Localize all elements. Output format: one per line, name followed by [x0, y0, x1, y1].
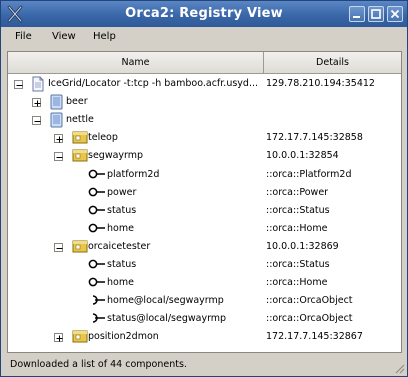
expand-icon[interactable] — [54, 134, 63, 144]
required-interface-icon — [88, 311, 106, 328]
tree-row-status[interactable]: status::orca::Status — [8, 202, 401, 220]
tree-row-home[interactable]: home::orca::Home — [8, 220, 401, 238]
collapse-icon[interactable] — [54, 242, 63, 252]
minimize-button[interactable] — [349, 6, 365, 22]
column-header-details[interactable]: Details — [264, 52, 401, 74]
tree-node-label: IceGrid/Locator -t:tcp -h bamboo.acfr.us… — [48, 78, 259, 89]
tree-row-home[interactable]: home::orca::Home — [8, 274, 401, 292]
tree-node-details: 10.0.0.1:32854 — [266, 150, 339, 162]
tree-node-details: ::orca::Status — [266, 259, 330, 270]
tree-row-nettle[interactable]: nettle — [8, 111, 401, 129]
component-icon — [72, 148, 88, 165]
tree-node-label: position2dmon — [88, 331, 159, 343]
menu-file[interactable]: File — [15, 31, 32, 42]
tree-node-label: status — [107, 259, 137, 270]
tree-node-details: 172.17.7.145:32858 — [266, 132, 363, 144]
tree-node-details: ::orca::Home — [266, 277, 328, 289]
menu-view[interactable]: View — [52, 31, 76, 42]
tree-row-home-local-segwayrmp[interactable]: home@local/segwayrmp::orca::OrcaObject — [8, 292, 401, 310]
collapse-icon[interactable] — [54, 152, 63, 162]
tree-node-details: ::orca::Status — [266, 204, 330, 216]
resize-grip-icon[interactable] — [393, 362, 405, 374]
provided-interface-icon — [88, 167, 106, 184]
tree-row-status-local-segwayrmp[interactable]: status@local/segwayrmp::orca::OrcaObject — [8, 310, 401, 328]
column-header-name[interactable]: Name — [8, 52, 264, 74]
tree-node-label: beer — [66, 96, 88, 108]
tree-row-teleop[interactable]: teleop 172.17.7.145:32858 — [8, 129, 401, 147]
expand-icon[interactable] — [32, 98, 41, 108]
provided-interface-icon — [88, 185, 106, 202]
tree-node-details: 172.17.7.145:32867 — [266, 331, 363, 343]
tree-node-details: ::orca::OrcaObject — [266, 313, 353, 325]
tree-node-details: ::orca::Power — [266, 186, 329, 198]
tree-node-details: ::orca::Home — [266, 222, 328, 234]
tree-row-platform2d[interactable]: platform2d::orca::Platform2d — [8, 166, 401, 184]
required-interface-icon — [88, 293, 106, 310]
collapse-icon[interactable] — [32, 116, 41, 126]
tree-row-beer[interactable]: beer — [8, 93, 401, 111]
component-icon — [72, 329, 88, 346]
tree-rows: IceGrid/Locator -t:tcp -h bamboo.acfr.us… — [8, 74, 401, 352]
provided-interface-icon — [88, 275, 106, 292]
provided-interface-icon — [88, 221, 106, 238]
tree-node-label: power — [107, 186, 137, 198]
tree-row-orcaicetester[interactable]: orcaicetester 10.0.0.1:32869 — [8, 238, 401, 256]
window-title: Orca2: Registry View — [125, 6, 283, 21]
tree-node-label: status@local/segwayrmp — [107, 313, 227, 325]
tree-node-details: 129.78.210.194:35412 — [266, 78, 375, 89]
registry-view-window: Orca2: Registry View File View Help Name… — [0, 0, 408, 377]
tree-row-position2dmon[interactable]: position2dmon 172.17.7.145:32867 — [8, 328, 401, 346]
collapse-icon[interactable] — [14, 80, 23, 89]
tree-header: Name Details — [8, 52, 401, 74]
tree-node-label: teleop — [88, 132, 118, 144]
minimize-icon — [353, 16, 360, 18]
title-bar[interactable]: Orca2: Registry View — [1, 1, 407, 27]
maximize-icon — [371, 9, 381, 19]
tree-node-label: segwayrmp — [88, 150, 144, 162]
tree-node-label: home — [107, 222, 134, 234]
tree-node-label: platform2d — [107, 168, 160, 180]
provided-interface-icon — [88, 203, 106, 220]
tree-row-status[interactable]: status::orca::Status — [8, 256, 401, 274]
tree-row-power[interactable]: power::orca::Power — [8, 184, 401, 202]
tree-row-segwayrmp[interactable]: segwayrmp 10.0.0.1:32854 — [8, 147, 401, 165]
maximize-button[interactable] — [368, 6, 384, 22]
tree-node-label: home@local/segwayrmp — [107, 295, 224, 307]
tree-node-label: status — [107, 204, 137, 216]
tree-node-label: home — [107, 277, 134, 289]
tree-node-label: nettle — [66, 114, 94, 126]
tree-node-details: ::orca::Platform2d — [266, 168, 352, 180]
menu-help[interactable]: Help — [93, 31, 116, 42]
tree-node-details: 10.0.0.1:32869 — [266, 240, 339, 252]
tree-row-icegrid-locator-t-tcp-h-bamboo-acfr-usyd[interactable]: IceGrid/Locator -t:tcp -h bamboo.acfr.us… — [8, 75, 401, 93]
status-text: Downloaded a list of 44 components. — [10, 359, 187, 370]
component-icon — [72, 130, 88, 147]
component-icon — [72, 239, 88, 256]
tree-node-details: ::orca::OrcaObject — [266, 295, 353, 307]
menu-bar: File View Help — [1, 27, 407, 47]
provided-interface-icon — [88, 257, 106, 274]
status-bar: Downloaded a list of 44 components. — [1, 355, 407, 376]
tree-node-label: orcaicetester — [88, 240, 151, 252]
registry-tree-panel: Name Details IceGrid/Locator -t:tcp -h b… — [7, 51, 402, 353]
close-icon — [390, 9, 400, 19]
expand-icon[interactable] — [54, 333, 63, 343]
close-button[interactable] — [387, 6, 403, 22]
